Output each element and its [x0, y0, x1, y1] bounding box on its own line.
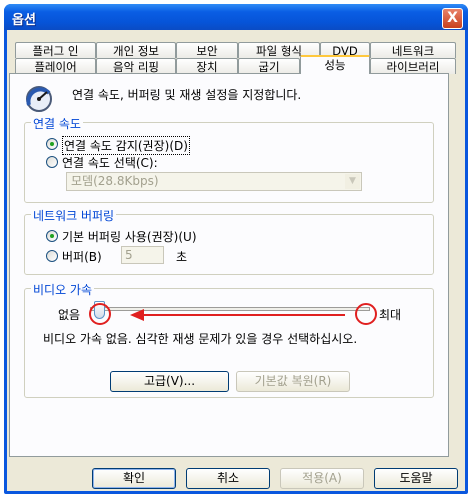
default-buffering-label[interactable]: 기본 버퍼링 사용(권장)(U) — [62, 228, 197, 245]
buffer-label[interactable]: 버퍼(B) — [62, 248, 102, 265]
buffer-radio[interactable] — [46, 250, 58, 262]
tab-network[interactable]: 네트워크 — [370, 42, 456, 58]
detect-speed-label[interactable]: 연결 속도 감지(권장)(D) — [62, 136, 190, 155]
speedometer-icon — [26, 86, 52, 112]
speed-select-value: 모뎀(28.8Kbps) — [71, 174, 159, 188]
advanced-button[interactable]: 고급(V)... — [110, 371, 229, 392]
choose-speed-radio[interactable] — [46, 156, 58, 168]
tab-privacy[interactable]: 개인 정보 — [96, 42, 176, 58]
tab-player[interactable]: 플레이어 — [15, 58, 96, 74]
chevron-down-icon[interactable]: ▼ — [345, 174, 360, 189]
default-buffering-radio[interactable] — [46, 230, 58, 242]
network-buffering-group-label: 네트워크 버퍼링 — [31, 207, 117, 224]
title-bar[interactable]: 옵션 X — [4, 4, 468, 30]
restore-defaults-button[interactable]: 기본값 복원(R) — [236, 371, 350, 392]
close-button[interactable]: X — [442, 8, 463, 29]
choose-speed-label[interactable]: 연결 속도 선택(C): — [62, 154, 158, 171]
acceleration-description: 비디오 가속 없음. 심각한 재생 문제가 있을 경우 선택하십시오. — [43, 332, 358, 346]
cancel-button[interactable]: 취소 — [186, 468, 270, 489]
tab-burn[interactable]: 굽기 — [238, 58, 300, 74]
annotation-circle-left — [89, 303, 111, 325]
tab-library[interactable]: 라이브러리 — [370, 58, 456, 74]
window-title: 옵션 — [12, 13, 36, 28]
help-button[interactable]: 도움말 — [374, 468, 458, 489]
video-acceleration-group-label: 비디오 가속 — [31, 281, 95, 298]
apply-button[interactable]: 적용(A) — [280, 468, 364, 489]
tab-rip-music[interactable]: 음악 리핑 — [96, 58, 176, 74]
tab-security[interactable]: 보안 — [176, 42, 238, 58]
connection-speed-group-label: 연결 속도 — [31, 115, 83, 132]
slider-max-label: 최대 — [379, 308, 402, 322]
annotation-circle-right — [355, 303, 377, 325]
detect-speed-radio[interactable] — [46, 138, 58, 150]
speed-select[interactable]: 모뎀(28.8Kbps) ▼ — [66, 172, 362, 191]
header-text: 연결 속도, 버퍼링 및 재생 설정을 지정합니다. — [72, 88, 302, 102]
buffer-seconds-input[interactable]: 5 — [121, 246, 164, 264]
tab-performance[interactable]: 성능 — [300, 55, 370, 74]
seconds-unit-label: 초 — [176, 250, 188, 264]
ok-button[interactable]: 확인 — [92, 468, 176, 489]
slider-min-label: 없음 — [58, 308, 81, 322]
tab-plugins[interactable]: 플러그 인 — [15, 42, 96, 58]
annotation-arrow-icon — [130, 309, 345, 321]
tab-devices[interactable]: 장치 — [176, 58, 238, 74]
